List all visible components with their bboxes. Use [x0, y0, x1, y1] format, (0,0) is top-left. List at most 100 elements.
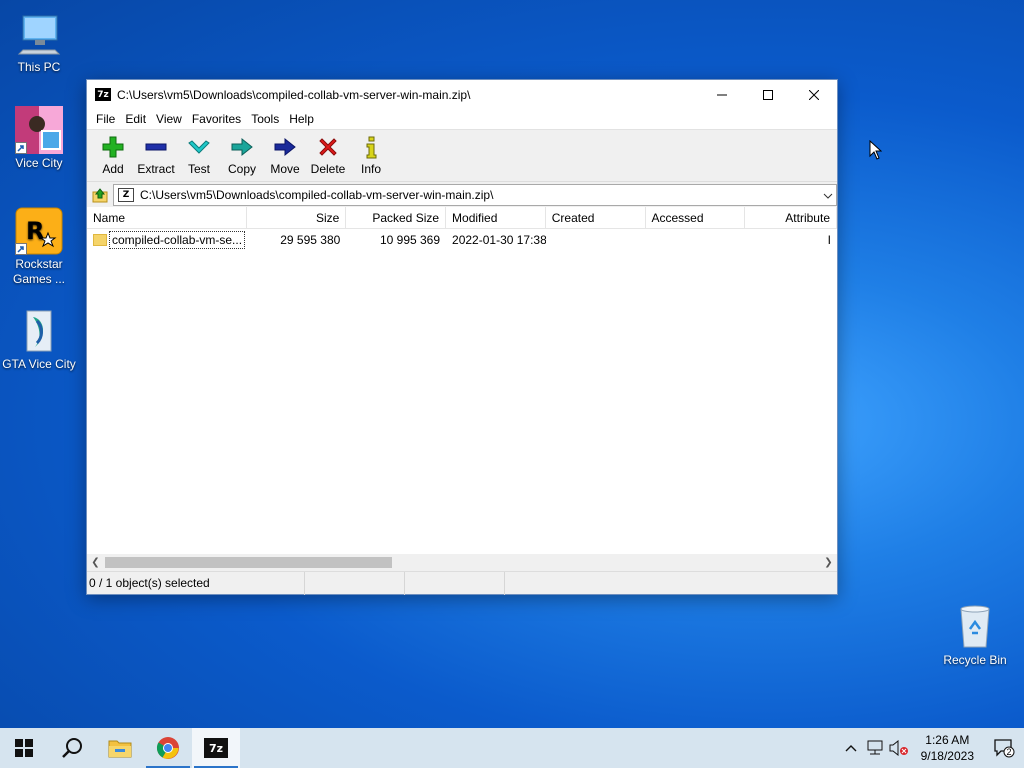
- extract-icon: [145, 143, 167, 151]
- file-list[interactable]: Name Size Packed Size Modified Created A…: [87, 207, 837, 557]
- scrollbar-thumb[interactable]: [105, 557, 392, 568]
- copy-label: Copy: [227, 162, 256, 176]
- up-one-level-button[interactable]: [87, 183, 113, 207]
- status-selection-text: 0 / 1 object(s) selected: [87, 572, 305, 595]
- notifications-icon: [994, 739, 1015, 758]
- modified-cell: 2022-01-30 17:38: [452, 233, 546, 247]
- copy-button[interactable]: Copy: [222, 130, 262, 176]
- menu-edit[interactable]: Edit: [120, 112, 151, 126]
- extract-button[interactable]: Extract: [136, 130, 176, 176]
- move-label: Move: [270, 162, 300, 176]
- file-explorer-icon: [108, 740, 132, 758]
- status-pane-4: [505, 572, 837, 595]
- chrome-icon: [156, 737, 179, 759]
- move-button[interactable]: Move: [265, 130, 305, 176]
- clock[interactable]: 1:26 AM 9/18/2023: [911, 732, 984, 764]
- column-header-attributes[interactable]: Attribute: [745, 207, 837, 229]
- title-bar[interactable]: 7z C:\Users\vm5\Downloads\compiled-colla…: [87, 80, 837, 109]
- search-icon: [62, 738, 82, 758]
- test-label: Test: [187, 162, 210, 176]
- close-icon: [809, 89, 819, 100]
- add-button[interactable]: Add: [93, 130, 133, 176]
- start-button[interactable]: [0, 728, 48, 768]
- 7zip-taskbar-icon: 7z: [204, 738, 228, 758]
- menu-view[interactable]: View: [151, 112, 187, 126]
- search-button[interactable]: [48, 728, 96, 768]
- close-button[interactable]: [791, 80, 837, 109]
- shortcut-arrow-icon: [15, 142, 27, 154]
- network-button[interactable]: [863, 728, 887, 768]
- svg-text:R: R: [26, 217, 44, 245]
- gta-vice-city-icon: [15, 307, 63, 355]
- info-label: Info: [360, 162, 381, 176]
- status-pane-3: [405, 572, 505, 595]
- menu-tools[interactable]: Tools: [246, 112, 284, 126]
- volume-button[interactable]: [887, 728, 911, 768]
- show-hidden-icons-button[interactable]: [839, 728, 863, 768]
- menu-favorites[interactable]: Favorites: [187, 112, 246, 126]
- copy-icon: [231, 137, 253, 157]
- status-pane-2: [305, 572, 405, 595]
- desktop-icon-label: Recycle Bin: [943, 653, 1007, 667]
- desktop-icon-this-pc[interactable]: This PC: [1, 10, 77, 75]
- chevron-up-icon: [845, 745, 857, 752]
- desktop-icon-gta-vice-city[interactable]: GTA Vice City: [1, 307, 77, 372]
- horizontal-scrollbar[interactable]: ❮ ❯: [87, 554, 837, 571]
- speaker-muted-icon: [889, 740, 908, 756]
- clock-time: 1:26 AM: [925, 733, 970, 747]
- delete-label: Delete: [310, 162, 346, 176]
- address-path: C:\Users\vm5\Downloads\compiled-collab-v…: [140, 187, 494, 202]
- info-icon: [366, 136, 377, 159]
- table-row[interactable]: compiled-collab-vm-se... 29 595 380 10 9…: [87, 229, 837, 251]
- maximize-button[interactable]: [745, 80, 791, 109]
- taskbar-file-explorer[interactable]: [96, 728, 144, 768]
- zip-archive-icon: Z: [118, 187, 134, 202]
- network-icon: [867, 740, 883, 755]
- file-name: compiled-collab-vm-se...: [109, 231, 246, 249]
- add-icon: [102, 136, 124, 158]
- clock-date: 9/18/2023: [920, 749, 974, 763]
- menu-help[interactable]: Help: [284, 112, 319, 126]
- desktop-icon-vice-city[interactable]: Vice City: [1, 106, 77, 171]
- taskbar-chrome[interactable]: [144, 728, 192, 768]
- column-header-created[interactable]: Created: [546, 207, 646, 229]
- column-header-name[interactable]: Name: [87, 207, 247, 229]
- test-button[interactable]: Test: [179, 130, 219, 176]
- desktop-icon-recycle-bin[interactable]: Recycle Bin: [937, 603, 1013, 668]
- windows-logo-icon: [15, 739, 33, 757]
- action-center-button[interactable]: 2: [984, 738, 1024, 758]
- mouse-cursor-icon: [869, 139, 883, 163]
- add-label: Add: [102, 162, 124, 176]
- info-button[interactable]: Info: [351, 130, 391, 176]
- folder-up-icon: [92, 187, 108, 202]
- desktop-icon-label: GTA Vice City: [2, 357, 76, 371]
- minimize-button[interactable]: [699, 80, 745, 109]
- address-bar[interactable]: Z C:\Users\vm5\Downloads\compiled-collab…: [113, 183, 837, 206]
- column-header-row: Name Size Packed Size Modified Created A…: [87, 207, 837, 229]
- delete-button[interactable]: Delete: [308, 130, 348, 176]
- scroll-right-arrow-icon[interactable]: ❯: [820, 557, 837, 568]
- computer-icon: [15, 10, 63, 58]
- delete-icon: [319, 138, 337, 156]
- vice-city-game-icon: [15, 106, 63, 154]
- column-header-packed-size[interactable]: Packed Size: [346, 207, 447, 229]
- packed-size-cell: 10 995 369: [379, 233, 441, 247]
- column-header-modified[interactable]: Modified: [446, 207, 546, 229]
- attributes-cell: I: [827, 233, 831, 247]
- column-header-size[interactable]: Size: [247, 207, 347, 229]
- chevron-down-icon[interactable]: [820, 188, 836, 202]
- menu-file[interactable]: File: [91, 112, 120, 126]
- extract-label: Extract: [137, 162, 175, 176]
- column-header-accessed[interactable]: Accessed: [646, 207, 746, 229]
- scroll-left-arrow-icon[interactable]: ❮: [87, 557, 104, 568]
- status-bar: 0 / 1 object(s) selected: [87, 571, 837, 595]
- address-row: Z C:\Users\vm5\Downloads\compiled-collab…: [87, 181, 837, 207]
- scrollbar-track[interactable]: [104, 554, 820, 571]
- size-cell: 29 595 380: [280, 233, 341, 247]
- desktop-icon-label: Rockstar Games ...: [12, 257, 65, 286]
- taskbar-7zip[interactable]: 7z: [192, 728, 240, 768]
- 7zip-file-manager-window[interactable]: 7z C:\Users\vm5\Downloads\compiled-colla…: [86, 79, 838, 595]
- desktop-icon-rockstar-games[interactable]: R Rockstar Games ...: [1, 207, 77, 287]
- folder-icon: [93, 234, 107, 246]
- shortcut-arrow-icon: [15, 243, 27, 255]
